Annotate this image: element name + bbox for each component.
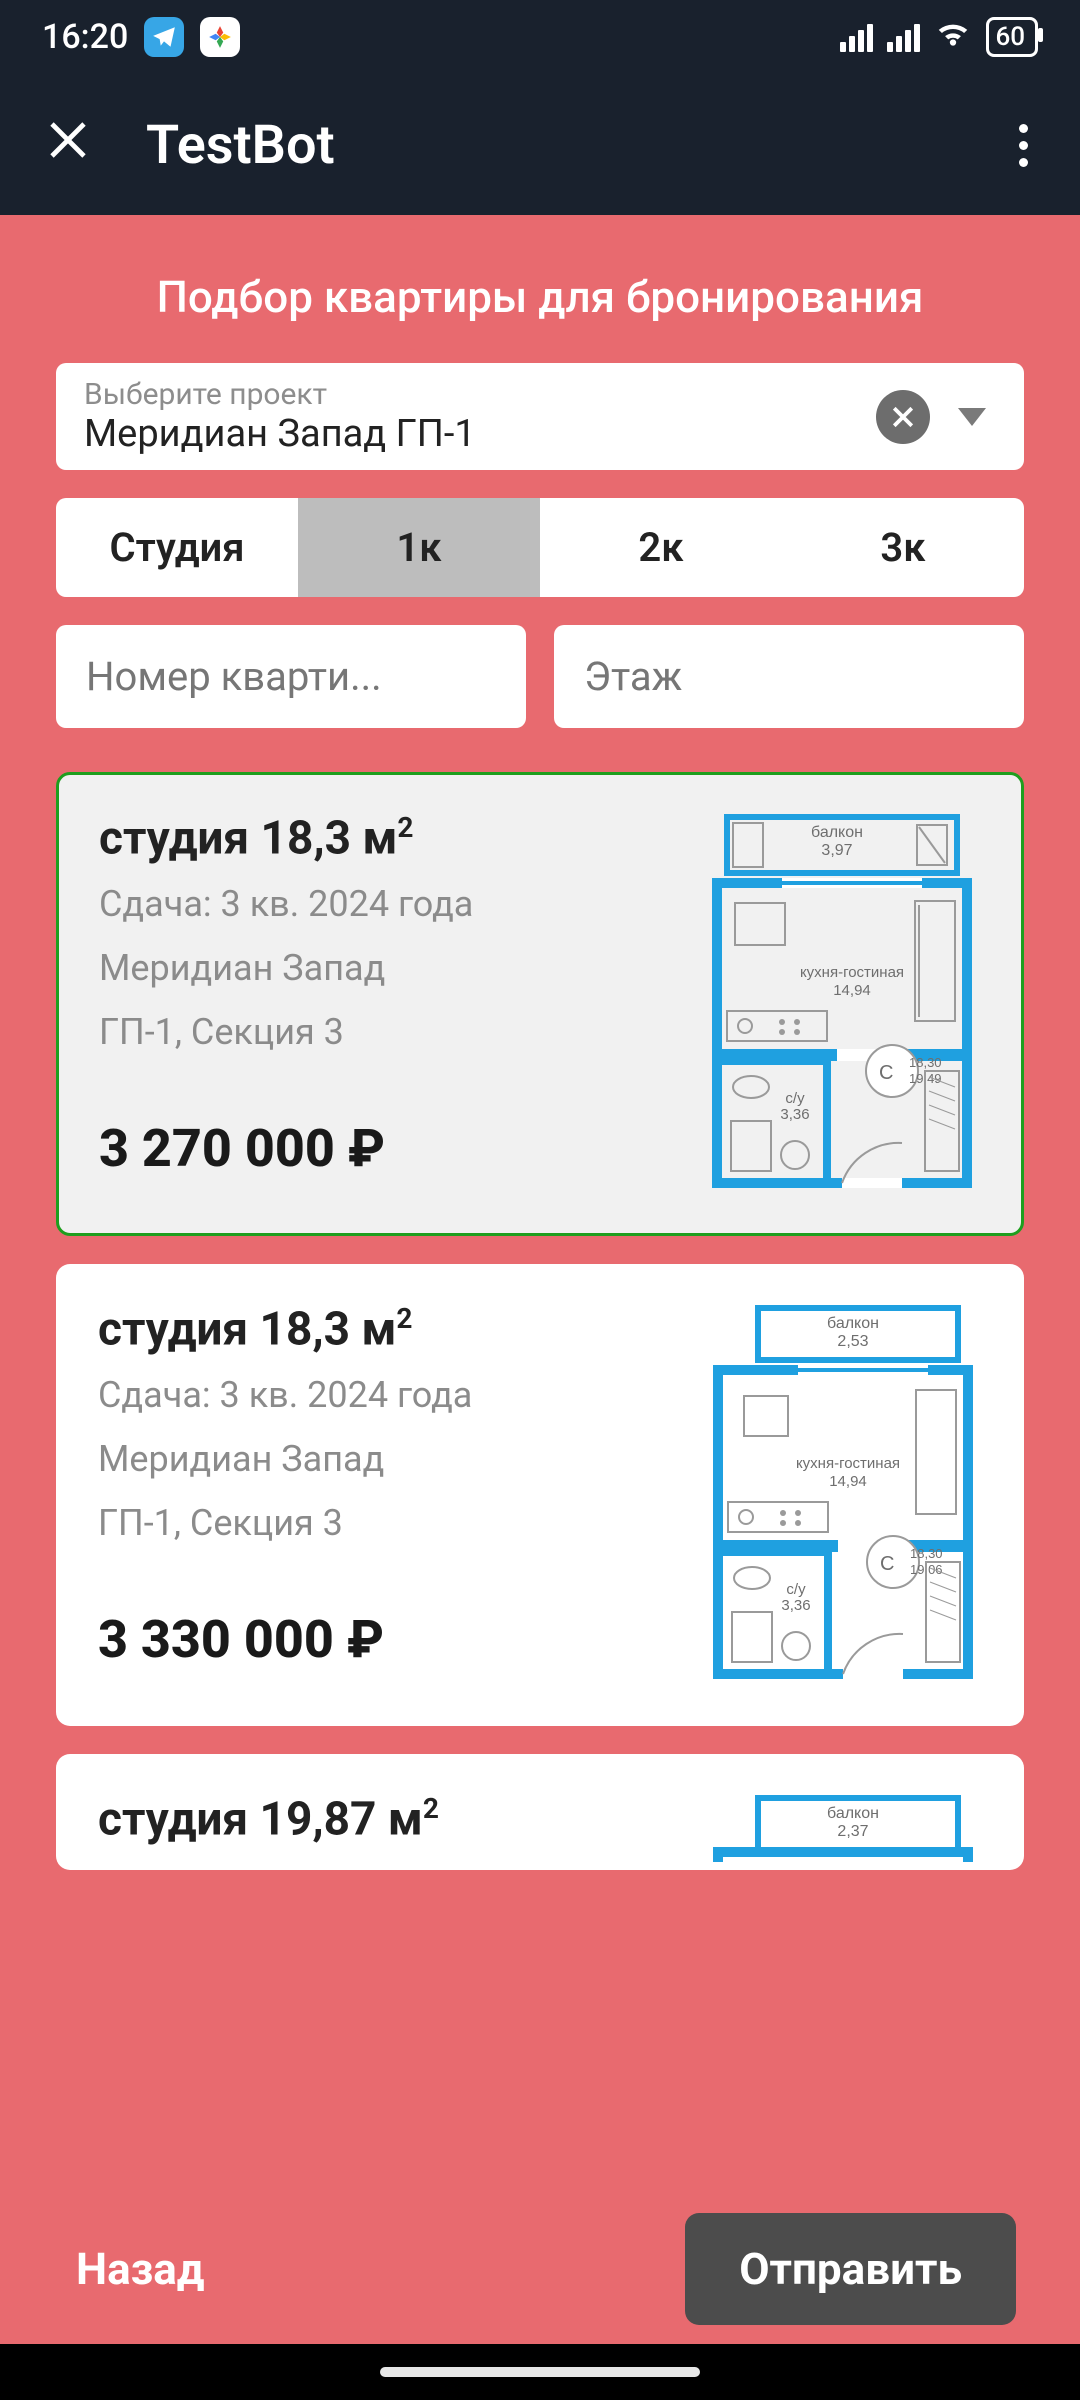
svg-text:2,37: 2,37 (837, 1823, 868, 1840)
card-price: 3 270 000 ₽ (99, 1118, 659, 1179)
tab-2k[interactable]: 2к (540, 498, 782, 597)
card-title: студия 18,3 м2 (99, 811, 659, 865)
gesture-bar (0, 2344, 1080, 2400)
svg-text:2,53: 2,53 (837, 1333, 868, 1350)
apartment-number-input[interactable]: Номер кварти... (56, 625, 526, 728)
more-icon[interactable] (1011, 116, 1036, 175)
svg-text:18,30: 18,30 (910, 1546, 943, 1561)
chevron-down-icon[interactable] (958, 408, 986, 426)
play-store-icon (200, 17, 240, 57)
card-section: ГП-1, Секция 3 (99, 1006, 659, 1058)
floorplan-icon: балкон 3,97 кухня-гостиная 14,94 (687, 811, 987, 1191)
svg-text:14,94: 14,94 (829, 1473, 867, 1490)
svg-text:С: С (879, 1062, 893, 1084)
page-title: Подбор квартиры для бронирования (56, 271, 1024, 323)
status-time: 16:20 (42, 17, 128, 57)
app-title: TestBot (146, 114, 957, 177)
status-bar: 16:20 60 (0, 0, 1080, 75)
card-section: ГП-1, Секция 3 (98, 1497, 660, 1549)
close-icon[interactable] (44, 116, 92, 174)
apartment-card[interactable]: студия 18,3 м2 Сдача: 3 кв. 2024 года Ме… (56, 1264, 1024, 1726)
signal-icon (840, 22, 873, 52)
telegram-icon (144, 17, 184, 57)
project-select-value: Меридиан Запад ГП-1 (84, 412, 858, 456)
clear-project-icon[interactable] (876, 390, 930, 444)
tab-3k[interactable]: 3к (782, 498, 1024, 597)
project-select[interactable]: Выберите проект Меридиан Запад ГП-1 (56, 363, 1024, 470)
svg-text:кухня-гостиная: кухня-гостиная (800, 964, 904, 981)
svg-text:3,36: 3,36 (780, 1106, 809, 1123)
main-content: Подбор квартиры для бронирования Выберит… (0, 215, 1080, 2194)
nav-pill-icon (380, 2367, 700, 2377)
svg-text:3,97: 3,97 (821, 842, 852, 859)
battery-percent: 60 (995, 22, 1025, 52)
floorplan-icon: балкон 2,37 (688, 1792, 988, 1862)
svg-text:с/у: с/у (785, 1090, 805, 1107)
app-bar: TestBot (0, 75, 1080, 215)
send-button[interactable]: Отправить (685, 2213, 1016, 2325)
project-select-label: Выберите проект (84, 377, 858, 412)
card-delivery: Сдача: 3 кв. 2024 года (98, 1369, 660, 1421)
wifi-icon (934, 14, 972, 61)
svg-text:балкон: балкон (811, 824, 863, 841)
svg-text:кухня-гостиная: кухня-гостиная (796, 1455, 900, 1472)
floor-input[interactable]: Этаж (554, 625, 1024, 728)
back-button[interactable]: Назад (76, 2243, 205, 2295)
apartment-card[interactable]: студия 18,3 м2 Сдача: 3 кв. 2024 года Ме… (56, 772, 1024, 1236)
bottom-bar: Назад Отправить (0, 2194, 1080, 2344)
battery-indicator: 60 (986, 17, 1038, 57)
card-title: студия 18,3 м2 (98, 1302, 660, 1356)
card-price: 3 330 000 ₽ (98, 1609, 660, 1670)
svg-text:3,36: 3,36 (781, 1597, 810, 1614)
svg-text:18,30: 18,30 (909, 1055, 942, 1070)
card-delivery: Сдача: 3 кв. 2024 года (99, 878, 659, 930)
apartment-card[interactable]: студия 19,87 м2 балкон 2,37 (56, 1754, 1024, 1870)
svg-text:14,94: 14,94 (833, 982, 871, 999)
room-tabs: Студия 1к 2к 3к (56, 498, 1024, 597)
svg-text:балкон: балкон (827, 1315, 879, 1332)
svg-text:с/у: с/у (786, 1581, 806, 1598)
card-project: Меридиан Запад (98, 1433, 660, 1485)
card-project: Меридиан Запад (99, 942, 659, 994)
tab-studio[interactable]: Студия (56, 498, 298, 597)
card-title: студия 19,87 м2 (98, 1792, 660, 1846)
svg-text:балкон: балкон (827, 1805, 879, 1822)
svg-text:С: С (880, 1553, 894, 1575)
floorplan-icon: балкон 2,53 кухня-гостиная 14,94 (688, 1302, 988, 1682)
tab-1k[interactable]: 1к (298, 498, 540, 597)
signal-icon-2 (887, 22, 920, 52)
result-list: студия 18,3 м2 Сдача: 3 кв. 2024 года Ме… (56, 772, 1024, 2194)
